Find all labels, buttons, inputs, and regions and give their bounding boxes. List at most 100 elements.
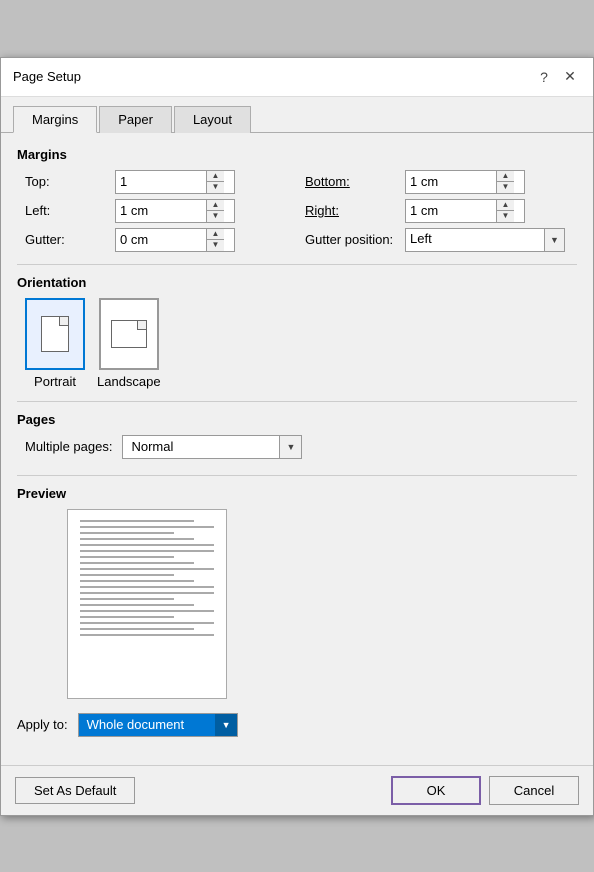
apply-row: Apply to: Whole document ▼ — [17, 713, 577, 737]
gutter-down-button[interactable]: ▼ — [207, 240, 224, 251]
preview-box — [67, 509, 227, 699]
tab-layout-label: Layout — [193, 112, 232, 127]
ok-button[interactable]: OK — [391, 776, 481, 805]
bottom-spinner[interactable]: ▲ ▼ — [405, 170, 525, 194]
bottom-spinner-buttons: ▲ ▼ — [496, 171, 514, 193]
top-spinner[interactable]: ▲ ▼ — [115, 170, 235, 194]
preview-line-8 — [80, 562, 194, 564]
apply-arrow[interactable]: ▼ — [215, 714, 237, 736]
title-bar: Page Setup ? ✕ — [1, 58, 593, 97]
preview-line-4 — [80, 538, 194, 540]
landscape-label: Landscape — [97, 374, 161, 389]
landscape-option[interactable]: Landscape — [97, 298, 161, 389]
preview-line-3 — [80, 532, 174, 534]
left-down-button[interactable]: ▼ — [207, 211, 224, 222]
top-down-button[interactable]: ▼ — [207, 182, 224, 193]
preview-line-2 — [80, 526, 214, 528]
page-setup-dialog: Page Setup ? ✕ Margins Paper Layout Marg… — [0, 57, 594, 816]
preview-line-19 — [80, 628, 194, 630]
tab-paper-label: Paper — [118, 112, 153, 127]
portrait-page-icon — [41, 316, 69, 352]
gutter-spinner-buttons: ▲ ▼ — [206, 229, 224, 251]
orientation-title: Orientation — [17, 275, 577, 290]
preview-section: Preview — [17, 486, 577, 699]
close-button[interactable]: ✕ — [559, 66, 581, 88]
cancel-button[interactable]: Cancel — [489, 776, 579, 805]
preview-line-15 — [80, 604, 194, 606]
preview-line-10 — [80, 574, 174, 576]
left-up-button[interactable]: ▲ — [207, 200, 224, 212]
top-input[interactable] — [116, 171, 206, 193]
preview-line-16 — [80, 610, 214, 612]
preview-line-20 — [80, 634, 214, 636]
apply-value: Whole document — [79, 715, 215, 734]
pages-section: Pages Multiple pages: Normal ▼ — [17, 412, 577, 459]
left-input[interactable] — [116, 200, 206, 222]
content-area: Margins Top: ▲ ▼ Bottom: ▲ ▼ — [1, 133, 593, 765]
right-spinner[interactable]: ▲ ▼ — [405, 199, 525, 223]
tab-margins[interactable]: Margins — [13, 106, 97, 133]
preview-line-7 — [80, 556, 174, 558]
gutter-pos-select[interactable]: Left ▼ — [405, 228, 565, 252]
btn-group-right: OK Cancel — [391, 776, 579, 805]
preview-line-13 — [80, 592, 214, 594]
preview-line-5 — [80, 544, 214, 546]
portrait-icon-box[interactable] — [25, 298, 85, 370]
multiple-pages-select[interactable]: Normal ▼ — [122, 435, 302, 459]
margins-grid: Top: ▲ ▼ Bottom: ▲ ▼ — [17, 170, 577, 252]
preview-title: Preview — [17, 486, 577, 501]
left-label: Left: — [25, 203, 115, 218]
tab-paper[interactable]: Paper — [99, 106, 172, 133]
top-up-button[interactable]: ▲ — [207, 171, 224, 183]
landscape-icon-box[interactable] — [99, 298, 159, 370]
portrait-label: Portrait — [34, 374, 76, 389]
button-row: Set As Default OK Cancel — [1, 765, 593, 815]
apply-label: Apply to: — [17, 717, 68, 732]
tabs-row: Margins Paper Layout — [1, 97, 593, 133]
right-spinner-buttons: ▲ ▼ — [496, 200, 514, 222]
preview-line-6 — [80, 550, 214, 552]
pages-row: Multiple pages: Normal ▼ — [17, 435, 577, 459]
bottom-label: Bottom: — [305, 174, 405, 189]
gutter-up-button[interactable]: ▲ — [207, 229, 224, 241]
bottom-input[interactable] — [406, 171, 496, 193]
gutter-input[interactable] — [116, 229, 206, 251]
orientation-options: Portrait Landscape — [17, 298, 577, 389]
multiple-pages-value: Normal — [123, 437, 279, 456]
bottom-up-button[interactable]: ▲ — [497, 171, 514, 183]
portrait-option[interactable]: Portrait — [25, 298, 85, 389]
tab-margins-label: Margins — [32, 112, 78, 127]
orientation-section: Orientation Portrait Landscape — [17, 275, 577, 389]
right-up-button[interactable]: ▲ — [497, 200, 514, 212]
gutter-pos-arrow[interactable]: ▼ — [544, 229, 564, 251]
help-button[interactable]: ? — [533, 66, 555, 88]
preview-line-14 — [80, 598, 174, 600]
gutter-spinner[interactable]: ▲ ▼ — [115, 228, 235, 252]
left-spinner[interactable]: ▲ ▼ — [115, 199, 235, 223]
tab-layout[interactable]: Layout — [174, 106, 251, 133]
right-label: Right: — [305, 203, 405, 218]
preview-line-9 — [80, 568, 214, 570]
right-input[interactable] — [406, 200, 496, 222]
landscape-page-icon — [111, 320, 147, 348]
multiple-pages-arrow[interactable]: ▼ — [279, 436, 301, 458]
gutter-pos-value: Left — [406, 229, 544, 251]
margins-section-title: Margins — [17, 147, 577, 162]
preview-line-11 — [80, 580, 194, 582]
pages-title: Pages — [17, 412, 577, 427]
top-spinner-buttons: ▲ ▼ — [206, 171, 224, 193]
apply-select[interactable]: Whole document ▼ — [78, 713, 238, 737]
bottom-down-button[interactable]: ▼ — [497, 182, 514, 193]
right-down-button[interactable]: ▼ — [497, 211, 514, 222]
preview-line-12 — [80, 586, 214, 588]
multiple-pages-label: Multiple pages: — [25, 439, 112, 454]
left-spinner-buttons: ▲ ▼ — [206, 200, 224, 222]
preview-line-17 — [80, 616, 174, 618]
preview-line-1 — [80, 520, 194, 522]
title-bar-buttons: ? ✕ — [533, 66, 581, 88]
margins-section: Margins Top: ▲ ▼ Bottom: ▲ ▼ — [17, 147, 577, 252]
set-as-default-button[interactable]: Set As Default — [15, 777, 135, 804]
gutter-pos-label: Gutter position: — [305, 232, 405, 247]
preview-line-18 — [80, 622, 214, 624]
gutter-label: Gutter: — [25, 232, 115, 247]
